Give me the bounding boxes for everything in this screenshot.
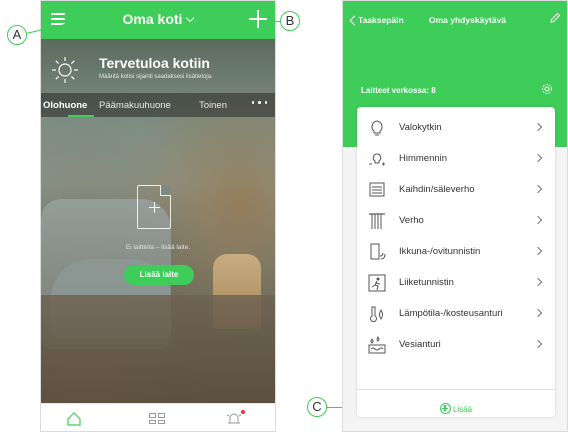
device-label: Lämpötila-/kosteusanturi bbox=[399, 308, 503, 319]
add-file-icon bbox=[137, 185, 171, 229]
welcome-title: Tervetuloa kotiin bbox=[99, 55, 210, 71]
chevron-right-icon bbox=[533, 184, 543, 194]
list-item[interactable]: Valokytkin bbox=[357, 112, 555, 143]
tab-olohuone[interactable]: Olohuone bbox=[43, 100, 87, 111]
back-button[interactable]: Taaksepäin bbox=[358, 15, 404, 25]
gateway-screen: Taaksepäin Oma yhdyskäytävä Laitteet ver… bbox=[342, 0, 568, 432]
water-sensor-icon bbox=[368, 336, 386, 354]
dimmer-icon bbox=[369, 153, 385, 166]
list-item[interactable]: Liiketunnistin bbox=[357, 267, 555, 298]
device-label: Kaihdin/säleverho bbox=[399, 184, 475, 195]
plus-circle-icon bbox=[439, 403, 451, 414]
door-sensor-icon bbox=[370, 243, 386, 260]
chevron-right-icon bbox=[533, 153, 543, 163]
home-selector[interactable]: Oma koti bbox=[41, 11, 275, 27]
add-device-button[interactable]: Lisää laite bbox=[124, 265, 194, 285]
divider bbox=[357, 389, 555, 390]
chevron-right-icon bbox=[533, 308, 543, 318]
home-title: Oma koti bbox=[122, 11, 183, 27]
devices-count: Laitteet verkossa: 8 bbox=[361, 86, 436, 95]
list-item[interactable]: Verho bbox=[357, 205, 555, 236]
device-label: Valokytkin bbox=[399, 122, 442, 133]
active-tab-indicator bbox=[68, 115, 94, 117]
device-list-card: Valokytkin Himmennin Kaihdin/säleverho V… bbox=[357, 107, 555, 417]
chevron-right-icon bbox=[533, 277, 543, 287]
gear-icon[interactable] bbox=[541, 83, 553, 95]
device-label: Vesianturi bbox=[399, 339, 441, 350]
more-options-icon[interactable] bbox=[251, 101, 267, 104]
motion-sensor-icon bbox=[368, 274, 386, 292]
notification-dot bbox=[241, 410, 245, 414]
chevron-right-icon bbox=[533, 215, 543, 225]
blind-icon bbox=[369, 182, 385, 197]
home-icon[interactable] bbox=[67, 412, 81, 426]
bottom-nav bbox=[41, 403, 275, 431]
grid-icon[interactable] bbox=[149, 413, 165, 424]
add-icon[interactable] bbox=[249, 10, 267, 28]
room-tabs: Olohuone Päämakuuhuone Toinen bbox=[41, 93, 275, 117]
page-title: Oma yhdyskäytävä bbox=[429, 15, 507, 25]
device-label: Himmennin bbox=[399, 153, 448, 164]
callout-c: C bbox=[307, 397, 327, 417]
callout-a: A bbox=[7, 25, 27, 45]
curtain-icon bbox=[369, 213, 385, 229]
edit-icon[interactable] bbox=[549, 12, 561, 24]
sun-icon bbox=[52, 57, 78, 83]
empty-state-message: Ei laitteita – lisää laite. bbox=[125, 244, 191, 251]
chevron-right-icon bbox=[533, 339, 543, 349]
add-device-link[interactable]: Lisää bbox=[357, 403, 555, 414]
list-item[interactable]: Lämpötila-/kosteusanturi bbox=[357, 298, 555, 329]
chevron-right-icon bbox=[533, 246, 543, 256]
callout-b: B bbox=[280, 11, 300, 31]
list-item[interactable]: Kaihdin/säleverho bbox=[357, 174, 555, 205]
device-label: Verho bbox=[399, 215, 424, 226]
tab-toinen[interactable]: Toinen bbox=[199, 100, 227, 111]
device-label: Liiketunnistin bbox=[399, 277, 454, 288]
alarm-icon[interactable] bbox=[225, 410, 245, 426]
home-screen: Oma koti Tervetuloa kotiin Määritä kotis… bbox=[40, 0, 276, 432]
top-bar: Oma koti bbox=[41, 1, 275, 39]
callout-b-line bbox=[268, 21, 280, 23]
list-item[interactable]: Vesianturi bbox=[357, 329, 555, 360]
tab-paamakuuhuone[interactable]: Päämakuuhuone bbox=[99, 100, 171, 111]
temp-humidity-icon bbox=[370, 306, 383, 323]
chevron-right-icon bbox=[533, 122, 543, 132]
list-item[interactable]: Himmennin bbox=[357, 143, 555, 174]
chevron-down-icon bbox=[186, 13, 195, 23]
list-item[interactable]: Ikkuna-/ovitunnistin bbox=[357, 236, 555, 267]
add-label: Lisää bbox=[452, 405, 473, 414]
welcome-subtitle[interactable]: Määritä kotisi sijainti saadaksesi lisät… bbox=[99, 74, 213, 80]
device-label: Ikkuna-/ovitunnistin bbox=[399, 246, 481, 257]
lightbulb-icon bbox=[371, 120, 383, 136]
